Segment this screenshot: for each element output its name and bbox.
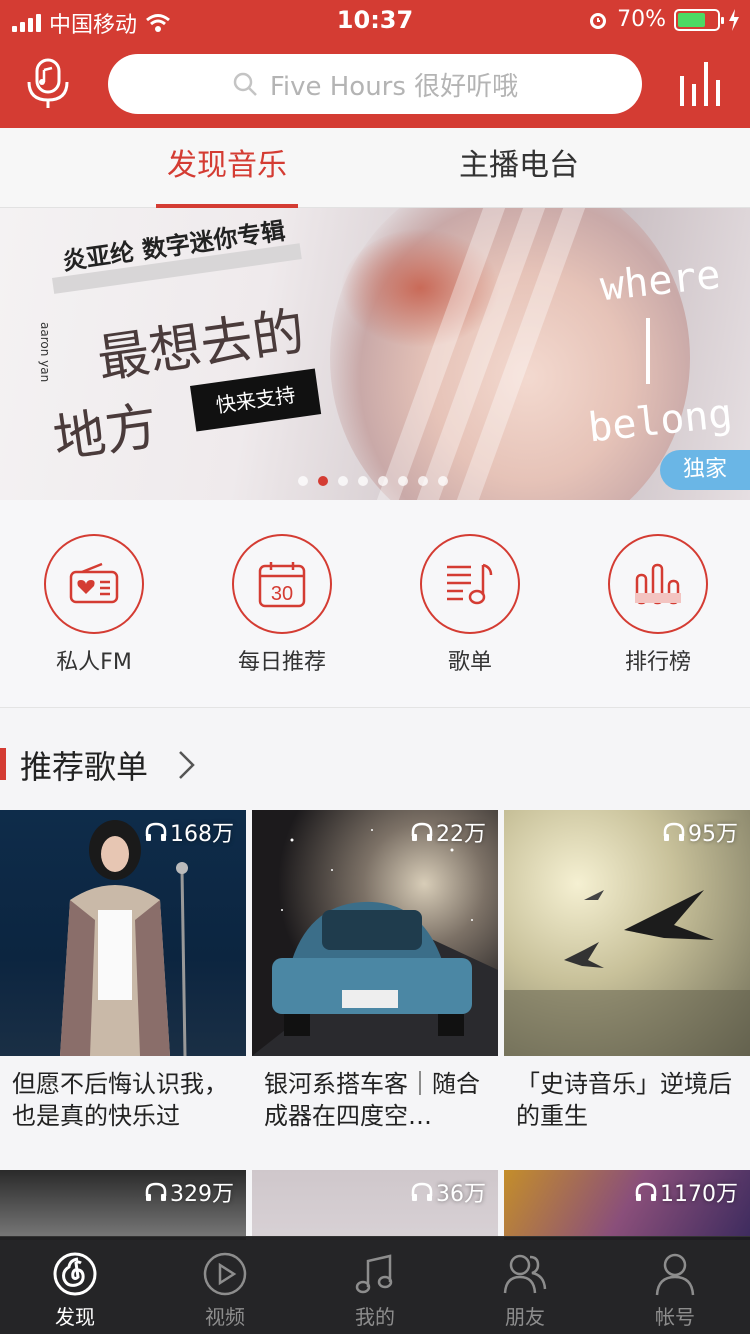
daily-recommend-entry[interactable]: 30 每日推荐 — [222, 534, 342, 676]
rankings-entry[interactable]: 排行榜 — [598, 534, 718, 676]
playlist-card[interactable]: 168万 但愿不后悔认识我，也是真的快乐过 — [0, 810, 246, 1134]
playlist-entry[interactable]: 歌单 — [410, 534, 530, 676]
chevron-right-icon — [179, 751, 195, 779]
microphone-icon[interactable] — [26, 58, 70, 110]
play-count: 1170万 — [635, 1176, 738, 1208]
playlist-name: 但愿不后悔认识我，也是真的快乐过 — [12, 1070, 228, 1130]
search-icon — [233, 72, 257, 96]
carousel-dot[interactable] — [418, 476, 428, 486]
playlist-name: 银河系搭车客｜随合成器在四度空… — [264, 1070, 480, 1130]
top-header: 中国移动 10:37 70% Five Hours 很好听哦 — [0, 0, 750, 128]
banner-title-line2: 地方 — [49, 396, 162, 471]
music-note-icon — [355, 1254, 393, 1294]
tab-dj-radio[interactable]: 主播电台 — [448, 128, 590, 208]
playlist-cover: 95万 — [504, 810, 750, 1056]
search-bar[interactable]: Five Hours 很好听哦 — [108, 54, 642, 114]
chart-icon — [635, 563, 681, 605]
section-title: 推荐歌单 — [20, 748, 149, 786]
top-tabs: 发现音乐 主播电台 — [0, 128, 750, 208]
banner-english-i — [646, 318, 650, 384]
now-playing-icon[interactable] — [678, 60, 726, 106]
carousel-dot[interactable] — [438, 476, 448, 486]
headphones-icon — [411, 822, 433, 841]
playlist-icon — [447, 563, 493, 605]
tabbar-friends[interactable]: 朋友 — [450, 1251, 600, 1330]
battery-icon — [674, 8, 724, 31]
carousel-dot[interactable] — [358, 476, 368, 486]
charging-icon — [729, 8, 739, 31]
headphones-icon — [663, 822, 685, 841]
play-count: 329万 — [145, 1176, 234, 1208]
playlist-cover: 1170万 — [504, 1170, 750, 1240]
headphones-icon — [411, 1182, 433, 1201]
battery-percent: 70% — [617, 7, 666, 32]
playlist-cover: 36万 — [252, 1170, 498, 1240]
section-accent-bar — [0, 748, 6, 780]
bottom-tab-bar: 发现 视频 我的 朋友 帐号 — [0, 1236, 750, 1334]
quick-entries: 私人FM 30 每日推荐 歌单 排行榜 — [0, 500, 750, 708]
radio-icon — [69, 562, 119, 604]
playlist-card[interactable]: 95万 「史诗音乐」逆境后的重生 — [504, 810, 750, 1134]
alarm-icon — [590, 12, 607, 29]
playlist-card[interactable]: 329万 — [0, 1170, 246, 1240]
calendar-day: 30 — [271, 583, 293, 605]
headphones-icon — [145, 822, 167, 841]
tabbar-discover[interactable]: 发现 — [0, 1251, 150, 1330]
play-count: 22万 — [411, 816, 486, 848]
tabbar-my-music[interactable]: 我的 — [300, 1251, 450, 1330]
headphones-icon — [145, 1182, 167, 1201]
carousel-dot[interactable] — [298, 476, 308, 486]
playlist-cover: 329万 — [0, 1170, 246, 1240]
tabbar-account[interactable]: 帐号 — [600, 1251, 750, 1330]
playlist-card[interactable]: 1170万 — [504, 1170, 750, 1240]
exclusive-badge: 独家 — [660, 450, 750, 490]
carousel-dot[interactable] — [378, 476, 388, 486]
carousel-dot[interactable] — [338, 476, 348, 486]
playlist-card[interactable]: 36万 — [252, 1170, 498, 1240]
private-fm-entry[interactable]: 私人FM — [34, 534, 154, 676]
rankings-label: 排行榜 — [624, 650, 691, 675]
playlist-cover: 168万 — [0, 810, 246, 1056]
video-icon — [203, 1252, 247, 1296]
playlist-label: 歌单 — [447, 650, 492, 675]
status-right: 70% — [587, 7, 740, 32]
account-icon — [655, 1253, 695, 1296]
headphones-icon — [635, 1182, 657, 1201]
carousel-dot-active[interactable] — [318, 476, 328, 486]
carousel-dots — [298, 476, 448, 486]
calendar-icon: 30 — [258, 562, 306, 608]
play-count: 36万 — [411, 1176, 486, 1208]
recommended-playlists-header[interactable]: 推荐歌单 — [0, 738, 750, 794]
playlist-name: 「史诗音乐」逆境后的重生 — [516, 1070, 732, 1130]
playlist-cover: 22万 — [252, 810, 498, 1056]
playlist-card[interactable]: 22万 银河系搭车客｜随合成器在四度空… — [252, 810, 498, 1134]
friends-icon — [503, 1254, 547, 1294]
status-bar: 中国移动 10:37 70% — [0, 0, 750, 40]
private-fm-label: 私人FM — [56, 650, 132, 675]
tabbar-video[interactable]: 视频 — [150, 1251, 300, 1330]
daily-recommend-label: 每日推荐 — [237, 650, 326, 675]
tab-discover-music[interactable]: 发现音乐 — [156, 128, 298, 208]
play-count: 168万 — [145, 816, 234, 848]
banner-side-text: aaron yan — [38, 322, 52, 383]
carousel-dot[interactable] — [398, 476, 408, 486]
netease-logo-icon — [53, 1252, 97, 1296]
play-count: 95万 — [663, 816, 738, 848]
search-placeholder: Five Hours 很好听哦 — [269, 71, 519, 102]
